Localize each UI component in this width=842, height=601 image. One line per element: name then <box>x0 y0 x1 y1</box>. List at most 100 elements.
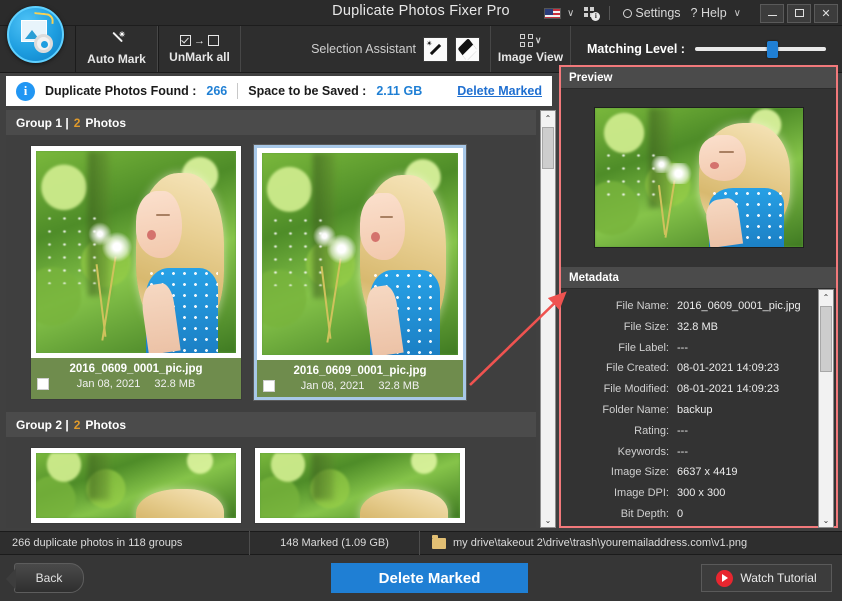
metadata-scrollbar[interactable]: ⌃ ⌄ <box>818 289 834 528</box>
us-flag-icon[interactable] <box>544 7 562 19</box>
scrollbar-thumb[interactable] <box>820 306 832 372</box>
metadata-key: File Size: <box>623 320 669 333</box>
scrollbar-thumb[interactable] <box>542 127 554 169</box>
auto-mark-label: Auto Mark <box>87 51 146 66</box>
status-bar: 266 duplicate photos in 118 groups 148 M… <box>0 531 842 555</box>
results-pane[interactable]: Group 1 | 2 Photos 2016_0609_0001_pic.jp… <box>6 110 536 528</box>
photo-thumbnail[interactable] <box>31 146 241 358</box>
metadata-value: --- <box>677 525 688 526</box>
scroll-down-button[interactable]: ⌄ <box>819 513 833 527</box>
metadata-key: Orientation: <box>561 525 677 526</box>
eraser-icon <box>457 37 478 61</box>
selection-assistant-label: Selection Assistant <box>311 42 416 56</box>
play-icon <box>716 569 734 587</box>
right-panel: Preview Metadata File Name: 2016_0609_000… <box>559 65 838 528</box>
photo-size: 32.8 MB <box>378 380 420 392</box>
preview-body <box>561 89 836 265</box>
metadata-body: File Name: 2016_0609_0001_pic.jpg File Si… <box>561 289 836 526</box>
metadata-value: 2016_0609_0001_pic.jpg <box>677 300 801 312</box>
status-marked-summary: 148 Marked (1.09 GB) <box>250 531 420 555</box>
matching-level-label: Matching Level : <box>587 42 685 56</box>
photo-thumbnail[interactable] <box>31 448 241 523</box>
metadata-row: Image Size: 6637 x 4419 <box>561 462 836 483</box>
metadata-list: File Name: 2016_0609_0001_pic.jpg File Si… <box>561 289 836 526</box>
maximize-button[interactable] <box>787 3 811 23</box>
girl-dandelion-photo <box>36 453 236 518</box>
summary-bar: i Duplicate Photos Found : 266 Space to … <box>6 76 552 106</box>
scroll-up-button[interactable]: ⌃ <box>819 290 833 304</box>
auto-mark-button[interactable]: Auto Mark <box>75 26 158 72</box>
photo-date: Jan 08, 2021 <box>76 378 141 390</box>
selection-wand-button[interactable] <box>423 36 448 62</box>
duplicates-found-label: Duplicate Photos Found : <box>45 84 197 98</box>
metadata-row: File Size: 32.8 MB <box>561 317 836 338</box>
matching-level-slider[interactable] <box>694 40 826 58</box>
photo-card[interactable] <box>30 447 242 524</box>
qr-info-icon[interactable]: i <box>584 6 601 21</box>
settings-button[interactable]: Settings <box>619 6 684 20</box>
metadata-key: File Modified: <box>603 383 669 396</box>
photo-thumbnail[interactable] <box>255 448 465 523</box>
gear-icon <box>623 8 633 18</box>
metadata-key: Rating: <box>634 424 669 437</box>
girl-dandelion-photo <box>36 151 236 353</box>
metadata-value: --- <box>677 424 688 437</box>
metadata-value: --- <box>677 445 688 458</box>
help-label: ? Help <box>690 6 727 20</box>
photo-card[interactable]: 2016_0609_0001_pic.jpg Jan 08, 2021 32.8… <box>30 145 242 400</box>
unmark-all-label: UnMark all <box>169 49 230 64</box>
metadata-row: Keywords: --- <box>561 442 836 463</box>
magic-wand-icon <box>426 39 443 57</box>
metadata-header: Metadata <box>561 267 836 289</box>
metadata-row: Rating: --- <box>561 421 836 442</box>
photo-thumbnail[interactable] <box>257 148 463 360</box>
app-logo <box>0 6 75 72</box>
delete-marked-button[interactable]: Delete Marked <box>331 563 528 593</box>
photo-mark-checkbox[interactable] <box>37 378 49 390</box>
group-photos-word: Photos <box>85 115 127 130</box>
scroll-up-button[interactable]: ⌃ <box>541 111 555 125</box>
photo-size: 32.8 MB <box>154 378 196 390</box>
metadata-row: File Label: --- <box>561 338 836 359</box>
image-view-chevron-down-icon: ∨ <box>534 35 542 45</box>
metadata-key: Keywords: <box>617 445 669 458</box>
scroll-down-button[interactable]: ⌄ <box>541 513 555 527</box>
minimize-button[interactable] <box>760 3 784 23</box>
checkbox-to-empty-icon: → <box>180 35 219 47</box>
help-button[interactable]: ? Help ∨ <box>687 6 749 20</box>
metadata-value: 6637 x 4419 <box>677 466 738 479</box>
selection-eraser-button[interactable] <box>455 36 480 62</box>
slider-thumb[interactable] <box>767 40 779 58</box>
duplicates-found-value: 266 <box>206 84 228 98</box>
watch-tutorial-label: Watch Tutorial <box>740 571 817 585</box>
photo-filename: 2016_0609_0001_pic.jpg <box>69 363 203 375</box>
group-1-cards: 2016_0609_0001_pic.jpg Jan 08, 2021 32.8… <box>6 135 536 400</box>
results-scrollbar[interactable]: ⌃ ⌄ <box>540 110 556 528</box>
preview-image <box>593 106 804 248</box>
photo-meta-row: Jan 08, 2021 32.8 MB <box>31 377 241 395</box>
status-path-cell: my drive\takeout 2\drive\trash\youremail… <box>420 531 842 555</box>
back-button[interactable]: Back <box>6 563 84 593</box>
metadata-key: File Name: <box>615 300 669 312</box>
metadata-key: File Created: <box>606 362 669 375</box>
delete-marked-link[interactable]: Delete Marked <box>457 84 542 98</box>
metadata-value: 300 x 300 <box>677 487 726 500</box>
photo-date: Jan 08, 2021 <box>300 380 365 392</box>
girl-dandelion-photo <box>262 153 458 355</box>
photo-card[interactable]: 2016_0609_0001_pic.jpg Jan 08, 2021 32.8… <box>254 145 466 400</box>
image-view-label: Image View <box>497 50 564 64</box>
selection-assistant-group: Selection Assistant <box>241 26 491 72</box>
metadata-key: Bit Depth: <box>620 507 669 520</box>
language-chevron-down-icon[interactable]: ∨ <box>563 8 578 19</box>
watch-tutorial-button[interactable]: Watch Tutorial <box>701 564 832 592</box>
photo-card[interactable] <box>254 447 466 524</box>
close-button[interactable]: ✕ <box>814 3 838 23</box>
folder-icon <box>432 534 446 549</box>
divider <box>609 6 611 20</box>
metadata-value: 32.8 MB <box>677 320 718 333</box>
group-count: 2 <box>73 417 81 432</box>
space-saved-label: Space to be Saved : <box>248 84 367 98</box>
unmark-all-button[interactable]: → UnMark all <box>158 26 241 72</box>
photo-mark-checkbox[interactable] <box>263 380 275 392</box>
metadata-value: 0 <box>677 507 684 520</box>
